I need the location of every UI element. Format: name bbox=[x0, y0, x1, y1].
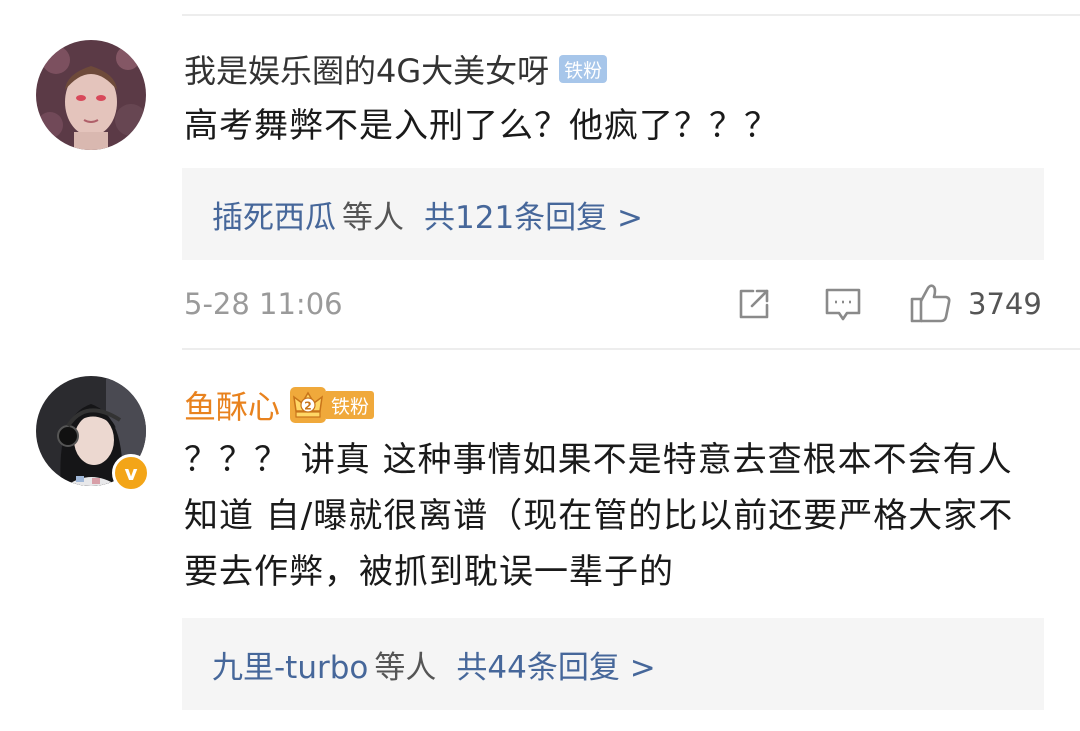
view-replies-link[interactable]: 共44条回复 > bbox=[456, 642, 655, 687]
comment-item: 我是娱乐圈的4G大美女呀 铁粉 高考舞弊不是入刑了么？他疯了？？？ 插死西瓜 等… bbox=[0, 0, 1080, 350]
username[interactable]: 我是娱乐圈的4G大美女呀 bbox=[184, 46, 549, 92]
crown-level: 2 bbox=[304, 400, 312, 413]
fan-badge: 铁粉 bbox=[559, 55, 608, 83]
comment-item: v 鱼酥心 2 铁粉 ？？？ 讲真 这种事情如果不是特意去查根本不会有人知道 自… bbox=[0, 350, 1080, 731]
fan-level-badge: 2 铁粉 bbox=[290, 387, 375, 423]
like-count: 3749 bbox=[968, 287, 1042, 321]
view-replies-link[interactable]: 共121条回复 > bbox=[424, 192, 643, 237]
username[interactable]: 鱼酥心 bbox=[184, 382, 280, 428]
replies-preview[interactable]: 九里-turbo 等人 共44条回复 > bbox=[182, 618, 1044, 710]
avatar[interactable] bbox=[36, 40, 146, 150]
share-icon[interactable] bbox=[736, 286, 772, 326]
timestamp: 5-28 11:06 bbox=[184, 287, 343, 321]
crown-icon: 2 bbox=[290, 387, 327, 423]
comment-text: 高考舞弊不是入刑了么？他疯了？？？ bbox=[184, 106, 779, 146]
comment-icon[interactable] bbox=[824, 286, 862, 328]
comment-header: 我是娱乐圈的4G大美女呀 铁粉 bbox=[184, 46, 608, 92]
reply-etc-label: 等人 bbox=[374, 649, 437, 686]
comment-list: 我是娱乐圈的4G大美女呀 铁粉 高考舞弊不是入刑了么？他疯了？？？ 插死西瓜 等… bbox=[0, 0, 1080, 731]
comment-text: ？？？ 讲真 这种事情如果不是特意去查根本不会有人知道 自/曝就很离谱（现在管的… bbox=[184, 440, 1014, 592]
reply-author-link[interactable]: 九里-turbo bbox=[212, 642, 368, 687]
fan-badge: 铁粉 bbox=[326, 391, 375, 419]
replies-preview[interactable]: 插死西瓜 等人 共121条回复 > bbox=[182, 168, 1044, 260]
thumbs-up-icon[interactable] bbox=[910, 282, 952, 328]
comment-header: 鱼酥心 2 铁粉 bbox=[184, 382, 375, 428]
verified-badge: v bbox=[112, 454, 150, 492]
reply-author-link[interactable]: 插死西瓜 bbox=[212, 192, 336, 237]
comment-meta: 5-28 11:06 3749 bbox=[0, 279, 1080, 329]
reply-etc-label: 等人 bbox=[342, 199, 404, 236]
